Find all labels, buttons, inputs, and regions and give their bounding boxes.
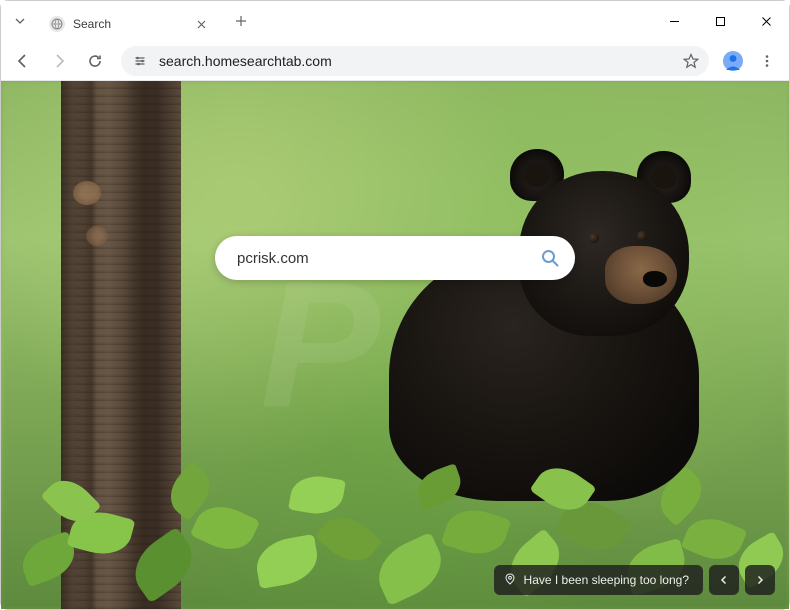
new-tab-button[interactable] xyxy=(227,7,255,35)
tab-search-dropdown[interactable] xyxy=(5,6,35,36)
back-button[interactable] xyxy=(7,45,39,77)
maximize-button[interactable] xyxy=(697,1,743,41)
titlebar: Search xyxy=(1,1,789,41)
window-controls xyxy=(651,1,789,41)
globe-icon xyxy=(49,16,65,32)
menu-button[interactable] xyxy=(751,45,783,77)
bear-illustration xyxy=(379,141,709,501)
next-button[interactable] xyxy=(745,565,775,595)
reload-button[interactable] xyxy=(79,45,111,77)
location-icon xyxy=(504,573,516,588)
caption-widget: Have I been sleeping too long? xyxy=(494,565,775,595)
browser-toolbar: search.homesearchtab.com xyxy=(1,41,789,81)
search-box[interactable] xyxy=(215,236,575,280)
background-image: PC xyxy=(1,81,789,609)
caption-text: Have I been sleeping too long? xyxy=(524,573,689,587)
bookmark-icon[interactable] xyxy=(679,53,703,69)
tab-title: Search xyxy=(73,17,193,31)
close-icon[interactable] xyxy=(193,16,209,32)
minimize-button[interactable] xyxy=(651,1,697,41)
forward-button[interactable] xyxy=(43,45,75,77)
search-input[interactable] xyxy=(237,250,535,267)
page-content: PC xyxy=(1,81,789,609)
profile-button[interactable] xyxy=(719,47,747,75)
close-window-button[interactable] xyxy=(743,1,789,41)
caption-button[interactable]: Have I been sleeping too long? xyxy=(494,565,703,595)
site-settings-icon[interactable] xyxy=(131,54,149,68)
address-bar[interactable]: search.homesearchtab.com xyxy=(121,46,709,76)
search-icon[interactable] xyxy=(535,243,565,273)
browser-tab[interactable]: Search xyxy=(39,7,219,41)
prev-button[interactable] xyxy=(709,565,739,595)
url-text[interactable]: search.homesearchtab.com xyxy=(159,53,679,69)
search-container xyxy=(215,236,575,280)
